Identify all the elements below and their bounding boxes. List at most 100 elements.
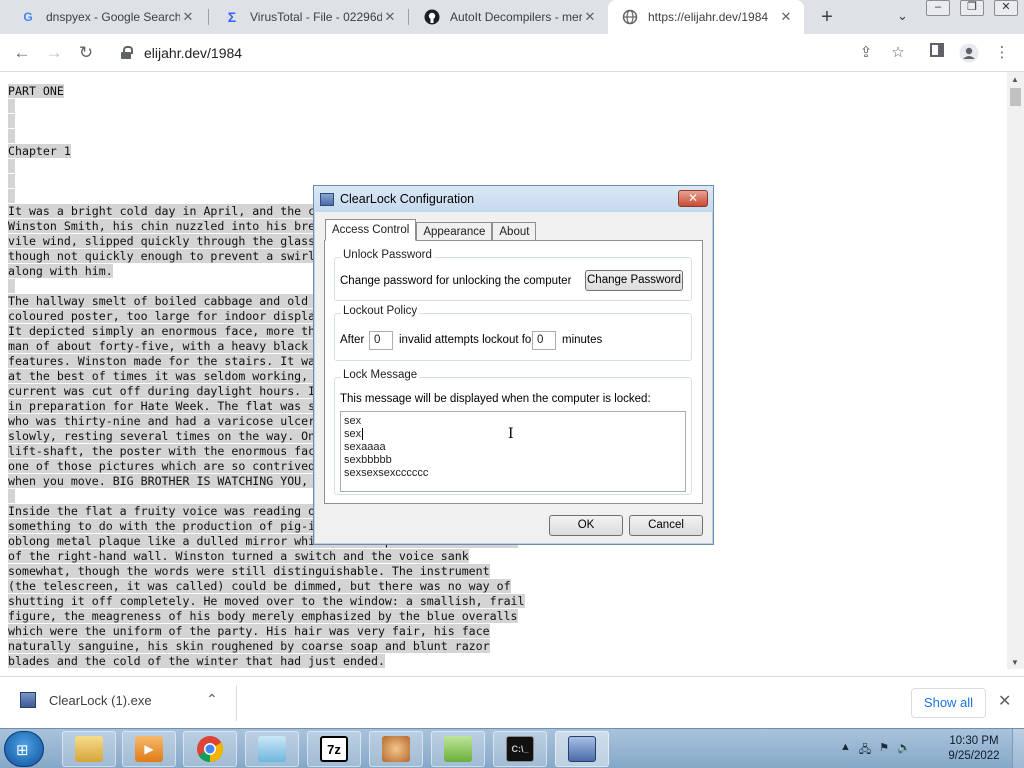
globe-icon [622,9,638,25]
change-password-button[interactable]: Change Password [585,270,683,291]
close-icon[interactable]: ✕ [582,9,598,25]
text-line [8,129,15,143]
tab-elijahr-1984[interactable]: https://elijahr.dev/1984 ✕ [608,0,804,34]
text-line: PART ONE [8,84,64,98]
cmd-icon: C:\_ [506,736,534,762]
close-icon[interactable]: ✕ [778,9,794,25]
tab-appearance[interactable]: Appearance [416,222,493,241]
clearlock-dialog: ClearLock Configuration ✕ Access Control… [313,185,714,545]
tray-expand-icon[interactable]: ▲ [840,741,851,760]
download-item[interactable]: ClearLock (1).exe [20,692,152,708]
taskbar-explorer[interactable] [62,731,116,767]
taskbar-notepad[interactable] [245,731,299,767]
taskbar-clearlock[interactable] [555,731,609,767]
show-all-button[interactable]: Show all [911,688,986,718]
bookmark-star-icon[interactable]: ☆ [888,43,908,63]
ok-button[interactable]: OK [549,515,623,536]
restore-button[interactable]: ❐ [960,0,984,16]
tab-title: VirusTotal - File - 02296d [250,10,382,24]
page-scrollbar[interactable]: ▲ ▼ [1007,72,1024,669]
message-line: sexsexsexcccccc [344,467,429,479]
taskbar-app[interactable] [369,731,423,767]
tab-strip: G dnspyex - Google Search ✕ Σ VirusTotal… [0,0,1024,34]
text-line [8,159,15,173]
chrome-icon [196,736,224,763]
show-desktop-button[interactable] [1012,729,1024,768]
taskbar-7zip[interactable]: 7z [307,731,361,767]
clock-date: 9/25/2022 [948,750,1000,762]
tab-virustotal[interactable]: Σ VirusTotal - File - 02296d ✕ [210,0,408,34]
close-icon[interactable]: ✕ [382,9,398,25]
downloads-bar: ClearLock (1).exe ⌃ Show all ✕ [0,676,1024,728]
text-line: figure, the meagreness of his body merel… [8,609,518,623]
browser-toolbar: ← → ↻ elijahr.dev/1984 ⇪ ☆ ⋮ [0,34,1024,72]
tab-title: dnspyex - Google Search [46,10,180,24]
lock-message-textarea[interactable]: sex sex sexaaaa sexbbbbb sexsexsexcccccc [340,411,686,492]
text-line [8,174,15,188]
lock-icon[interactable] [120,46,134,60]
taskbar-notepadpp[interactable] [431,731,485,767]
profile-avatar-icon[interactable] [959,43,979,63]
text-line: naturally sanguine, his skin roughened b… [8,639,490,653]
share-icon[interactable]: ⇪ [856,43,876,63]
tab-autoit-decompilers[interactable]: AutoIt Decompilers - mer ✕ [410,0,608,34]
action-center-icon[interactable]: ⚑ [879,741,889,760]
taskbar-media-player[interactable]: ▶ [122,731,176,767]
clock-time: 10:30 PM [949,735,999,747]
windows-taskbar: ⊞ ▶ 7z C:\_ ▲ 🖧 ⚑ 🔈 10:30 PM 9/25/2022 [0,728,1024,768]
text-cursor-icon: I [508,426,514,442]
dialog-close-button[interactable]: ✕ [678,190,708,207]
clearlock-icon [568,736,596,762]
text-line [8,189,15,203]
scroll-down-icon[interactable]: ▼ [1011,658,1019,667]
forward-icon[interactable]: → [43,42,65,64]
url-text[interactable]: elijahr.dev/1984 [144,45,242,61]
scroll-thumb[interactable] [1010,88,1021,106]
back-icon[interactable]: ← [11,42,33,64]
new-tab-button[interactable]: + [816,6,838,28]
dialog-titlebar[interactable]: ClearLock Configuration ✕ [314,186,713,212]
close-icon[interactable]: ✕ [180,9,196,25]
windows-logo-icon: ⊞ [16,742,29,759]
tab-search-chevron-icon[interactable]: ⌄ [897,8,908,24]
address-bar[interactable]: elijahr.dev/1984 [108,38,916,68]
lockout-policy-legend: Lockout Policy [341,305,420,317]
text-line: which were the uniform of the party. His… [8,624,490,638]
text-line: along with him. [8,264,113,278]
start-button[interactable]: ⊞ [4,731,44,767]
tab-access-control[interactable]: Access Control [325,219,417,241]
side-panel-icon[interactable] [927,43,947,63]
volume-icon[interactable]: 🔈 [897,741,911,760]
github-icon [424,9,440,25]
dialog-title: ClearLock Configuration [340,192,475,206]
after-label: After [340,334,365,346]
text-line [8,99,15,113]
text-line [8,114,15,128]
attempts-input[interactable]: 0 [369,331,393,350]
scroll-up-icon[interactable]: ▲ [1011,75,1019,84]
minimize-button[interactable]: – [926,0,950,16]
minutes-input[interactable]: 0 [532,331,556,350]
tab-google-search[interactable]: G dnspyex - Google Search ✕ [6,0,206,34]
menu-kebab-icon[interactable]: ⋮ [992,43,1012,63]
message-line: sexaaaa [344,441,386,453]
message-line: sex [344,428,364,440]
cancel-button[interactable]: Cancel [629,515,703,536]
text-line: blades and the cold of the winter that h… [8,654,385,668]
chevron-up-icon[interactable]: ⌃ [206,691,218,708]
taskbar-chrome[interactable] [183,731,237,767]
close-icon[interactable]: ✕ [998,691,1011,711]
executable-file-icon [20,692,36,708]
tab-about[interactable]: About [492,222,537,241]
download-filename[interactable]: ClearLock (1).exe [49,693,152,708]
text-line: shutting it off completely. He moved ove… [8,594,525,608]
text-line: of the right-hand wall. Winston turned a… [8,549,469,563]
text-line [8,279,15,293]
network-icon[interactable]: 🖧 [859,741,871,760]
reload-icon[interactable]: ↻ [75,42,97,64]
text-line [8,489,15,503]
taskbar-clock[interactable]: 10:30 PM 9/25/2022 [944,734,1004,764]
google-icon: G [23,10,33,24]
taskbar-cmd[interactable]: C:\_ [493,731,547,767]
window-close-button[interactable]: ✕ [994,0,1018,16]
